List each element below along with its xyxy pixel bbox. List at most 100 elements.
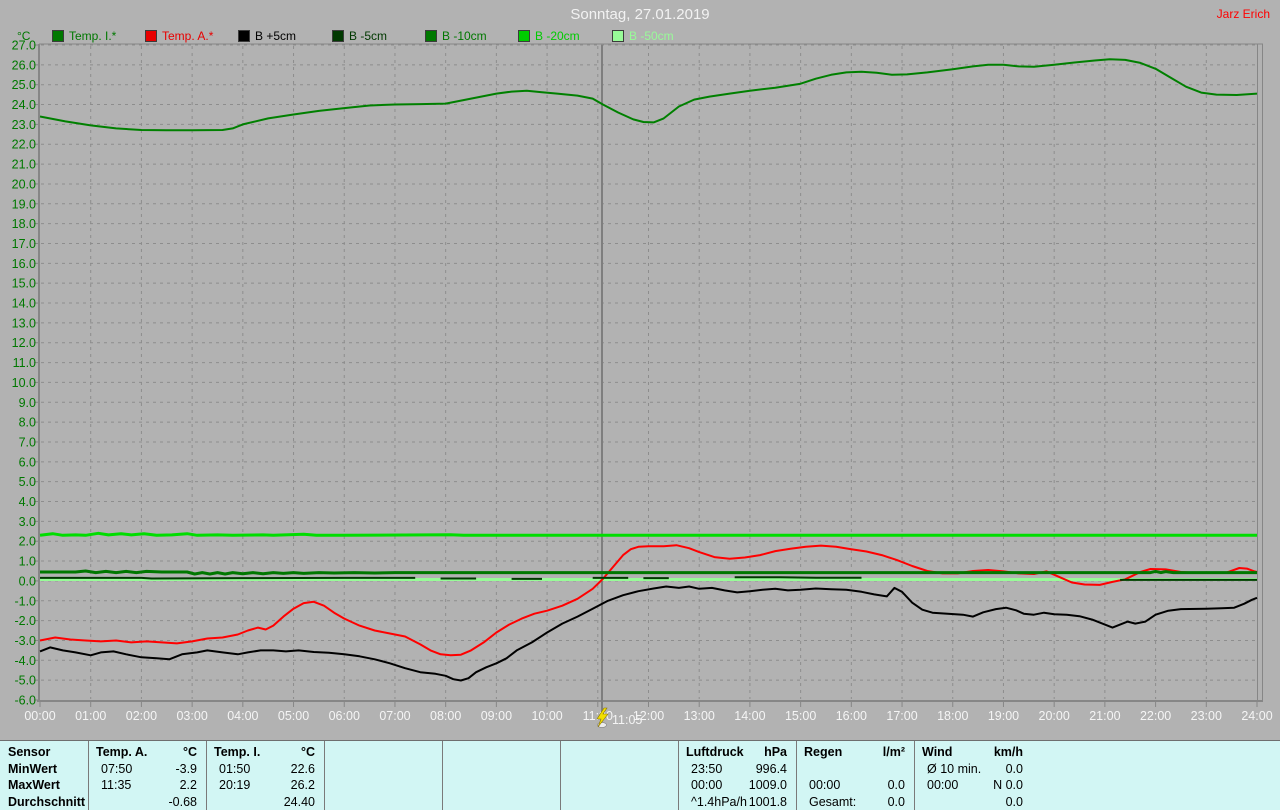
stats-time-value: 00:00 [809, 778, 841, 792]
y-tick-label: 15.0 [12, 277, 36, 291]
stats-group-empty [324, 741, 442, 810]
chart-frame [37, 43, 1263, 702]
x-tick-label: 10:00 [531, 709, 562, 723]
stats-time-value: Ø 10 min. [927, 761, 982, 776]
x-tick-label: 16:00 [836, 709, 867, 723]
stats-time-value: 00:00 [691, 778, 723, 792]
y-tick-label: 4.0 [19, 495, 36, 509]
stats-group-unit: l/m² [882, 745, 905, 759]
temperature-chart[interactable]: 27.0 26.0 25.0 24.0 23.0 22.0 21.0 20.0 19.0 18.0… [0, 0, 1280, 740]
stats-value: 26.2 [290, 778, 315, 792]
stats-value: 0.0 [1005, 761, 1023, 776]
stats-time-value: 23:50 [691, 761, 723, 776]
stats-value: -3.9 [175, 761, 197, 776]
stats-time-value: 00:00 [927, 778, 959, 792]
stats-value: 24.40 [283, 794, 315, 809]
stats-group-unit: km/h [993, 745, 1023, 759]
stats-value: 996.4 [755, 761, 787, 776]
stats-value: 0.0 [887, 794, 905, 809]
series-line [40, 569, 1257, 576]
stats-value: 1009.0 [748, 778, 787, 792]
y-tick-label: 0.0 [19, 574, 36, 588]
stats-time-value: Gesamt: [809, 794, 857, 809]
x-tick-label: 11:00 [583, 709, 613, 723]
x-tick-label: 18:00 [937, 709, 968, 723]
stats-value: 22.6 [290, 761, 315, 776]
cursor-time-label: 11:05 [612, 713, 642, 727]
y-axis-labels: 27.0 26.0 25.0 24.0 23.0 22.0 21.0 20.0 19.0 18.0… [12, 39, 36, 708]
stats-time-value: ^1.4hPa/h [691, 794, 747, 809]
stats-time-value: 20:19 [219, 778, 251, 792]
y-tick-label: 17.0 [12, 237, 36, 251]
y-tick-label: 21.0 [12, 158, 36, 172]
stats-value: 1001.8 [748, 794, 787, 809]
stats-value: 0.0 [1005, 794, 1023, 809]
stats-group-name: Luftdruck [686, 745, 744, 759]
x-axis-labels: 00:00 01:00 02:00 03:00 04:00 05:00 06:00 07:00… [24, 709, 1272, 723]
stats-group-name: Temp. A. [96, 745, 148, 759]
y-tick-label: -5.0 [14, 674, 36, 688]
y-tick-label: 23.0 [12, 118, 36, 132]
y-tick-label: 8.0 [19, 416, 36, 430]
x-tick-label: 03:00 [176, 709, 207, 723]
stats-value: -0.68 [168, 794, 198, 809]
x-tick-label: 00:00 [24, 709, 55, 723]
y-tick-label: 26.0 [12, 58, 36, 72]
y-tick-label: 12.0 [12, 336, 36, 350]
x-tick-label: 07:00 [379, 709, 410, 723]
stats-group-empty [442, 741, 560, 810]
x-tick-label: 21:00 [1089, 709, 1120, 723]
y-tick-label: 19.0 [12, 197, 36, 211]
y-tick-label: 1.0 [19, 555, 36, 569]
y-tick-label: 16.0 [12, 257, 36, 271]
y-tick-label: -6.0 [14, 694, 36, 708]
stats-group-regen: Regen l/m² 00:00 0.0 Gesamt: 0.0 [796, 741, 914, 810]
x-tick-label: 20:00 [1039, 709, 1070, 723]
x-tick-label: 23:00 [1191, 709, 1222, 723]
stats-row-label: Sensor [8, 745, 51, 759]
stats-time-value: 01:50 [219, 761, 251, 776]
stats-group-name: Temp. I. [214, 745, 261, 759]
y-tick-label: 14.0 [12, 297, 36, 311]
stats-group-wind: Wind km/h Ø 10 min. 0.0 00:00 N 0.0 0.0 [914, 741, 1032, 810]
stats-value: N 0.0 [993, 778, 1023, 792]
stats-group-name: Wind [922, 745, 953, 759]
stats-group-name: Regen [804, 745, 843, 759]
stats-time-value: 11:35 [101, 778, 132, 792]
stats-value: 2.2 [179, 778, 197, 792]
y-tick-label: 20.0 [12, 177, 36, 191]
y-tick-label: 9.0 [19, 396, 36, 410]
series-line [39, 531, 1257, 537]
y-tick-label: 5.0 [19, 475, 36, 489]
y-tick-label: 7.0 [19, 435, 36, 449]
x-tick-label: 24:00 [1241, 709, 1272, 723]
stats-row-label: MaxWert [8, 778, 60, 792]
chart-gridlines [41, 44, 1256, 699]
stats-group-unit: hPa [764, 745, 787, 759]
x-tick-label: 13:00 [684, 709, 715, 723]
series-line [40, 576, 416, 580]
y-tick-label: 18.0 [12, 217, 36, 231]
series-b-20cm [39, 531, 1257, 537]
stats-group-unit: °C [182, 745, 197, 759]
x-tick-label: 04:00 [227, 709, 258, 723]
x-tick-label: 19:00 [988, 709, 1019, 723]
stats-group-empty [560, 741, 678, 810]
stats-value: 0.0 [887, 778, 905, 792]
x-tick-label: 15:00 [785, 709, 816, 723]
y-tick-label: 27.0 [12, 39, 36, 53]
x-tick-label: 17:00 [886, 709, 917, 723]
stats-group-temp-i-: Temp. I. °C 01:50 22.6 20:19 26.2 24.40 [206, 741, 324, 810]
y-tick-label: 6.0 [19, 455, 36, 469]
x-tick-label: 06:00 [329, 709, 360, 723]
y-tick-label: 13.0 [12, 316, 36, 330]
y-tick-label: -4.0 [14, 654, 36, 668]
series-b-10cm [40, 569, 1257, 576]
y-tick-label: 22.0 [12, 138, 36, 152]
y-tick-label: 2.0 [19, 535, 36, 549]
x-tick-label: 22:00 [1140, 709, 1171, 723]
x-tick-label: 08:00 [430, 709, 461, 723]
y-tick-label: 10.0 [12, 376, 36, 390]
x-tick-label: 09:00 [481, 709, 512, 723]
stats-group-luftdruck: Luftdruck hPa 23:50 996.4 00:00 1009.0 ^1.4hPa… [678, 741, 796, 810]
